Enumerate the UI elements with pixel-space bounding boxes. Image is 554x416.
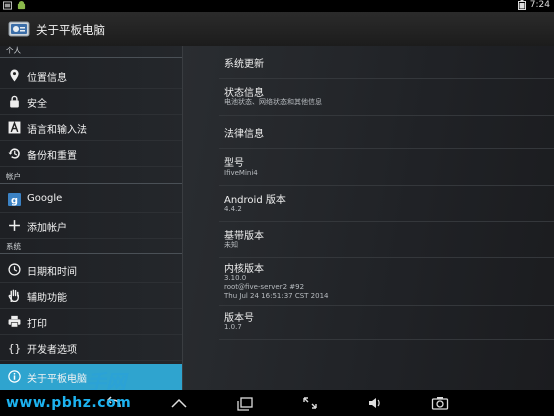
list-item-title: 系统更新: [224, 59, 264, 70]
sidebar-item-developer-options[interactable]: {} 开发者选项: [0, 335, 182, 361]
watermark-url: www.pbhz.com: [6, 395, 132, 411]
screenshot-notification-icon: [3, 1, 12, 10]
plus-icon: [9, 220, 20, 231]
page-title: 关于平板电脑: [36, 23, 105, 37]
keyboard-a-icon: [8, 121, 21, 134]
sidebar-item-label: 关于平板电脑: [27, 374, 87, 385]
sidebar-item-label: 打印: [27, 319, 47, 330]
settings-category-list: 个人 位置信息 安全 语言和输入法 备份和重置 帐户 g Google 添加帐户…: [0, 46, 183, 390]
home-icon[interactable]: [170, 395, 188, 411]
sidebar-item-label: 安全: [27, 99, 47, 110]
list-item-summary: 1.0.7: [224, 323, 242, 331]
list-item-title: 法律信息: [224, 129, 264, 140]
list-item-summary: 未知: [224, 241, 238, 249]
list-item-legal[interactable]: 法律信息: [219, 116, 554, 149]
sidebar-item-google[interactable]: g Google: [0, 187, 182, 213]
volume-icon[interactable]: [366, 395, 384, 411]
sidebar-item-location[interactable]: 位置信息: [0, 63, 182, 89]
section-header-accounts: 帐户: [0, 172, 182, 184]
hand-icon: [8, 289, 19, 302]
list-item-title: 型号: [224, 158, 244, 169]
list-item-title: 版本号: [224, 313, 254, 324]
list-item-summary: 电池状态、网络状态和其他信息: [224, 98, 322, 106]
info-icon: [8, 370, 21, 383]
list-item-kernel-version: 内核版本 3.10.0 root@five-server2 #92 Thu Ju…: [219, 258, 554, 306]
sidebar-item-add-account[interactable]: 添加帐户: [0, 213, 182, 239]
sidebar-item-label: 位置信息: [27, 73, 67, 84]
list-item-android-version[interactable]: Android 版本 4.4.2: [219, 186, 554, 222]
status-bar: 7:24: [0, 0, 554, 12]
section-header-system: 系统: [0, 242, 182, 254]
list-item-model: 型号 IfiveMini4: [219, 149, 554, 186]
list-item-summary: Thu Jul 24 16:51:37 CST 2014: [224, 292, 329, 300]
location-pin-icon: [10, 69, 19, 82]
list-item-build-number[interactable]: 版本号 1.0.7: [219, 306, 554, 340]
lock-icon: [10, 95, 19, 108]
clock-icon: [8, 263, 21, 276]
sidebar-item-accessibility[interactable]: 辅助功能: [0, 283, 182, 309]
about-tablet-detail-list: 系统更新 状态信息 电池状态、网络状态和其他信息 法律信息 型号 IfiveMi…: [183, 46, 554, 390]
list-item-title: 基带版本: [224, 231, 264, 242]
sidebar-item-backup-reset[interactable]: 备份和重置: [0, 141, 182, 167]
backup-restore-icon: [8, 148, 20, 159]
svg-text:{}: {}: [8, 342, 21, 354]
sidebar-item-label: 日期和时间: [27, 267, 77, 278]
list-item-baseband-version: 基带版本 未知: [219, 222, 554, 258]
sidebar-item-print[interactable]: 打印: [0, 309, 182, 335]
list-item-summary: 4.4.2: [224, 205, 242, 213]
printer-icon: [8, 315, 21, 328]
fullscreen-icon[interactable]: [301, 395, 319, 411]
clock-time: 7:24: [529, 0, 550, 10]
braces-icon: {}: [8, 342, 21, 354]
sidebar-item-security[interactable]: 安全: [0, 89, 182, 115]
recent-apps-icon[interactable]: [236, 395, 254, 411]
list-item-summary: IfiveMini4: [224, 169, 258, 177]
sidebar-item-language-input[interactable]: 语言和输入法: [0, 115, 182, 141]
sidebar-item-date-time[interactable]: 日期和时间: [0, 257, 182, 283]
android-notification-icon: [17, 1, 26, 10]
list-item-status[interactable]: 状态信息 电池状态、网络状态和其他信息: [219, 79, 554, 116]
camera-icon[interactable]: [431, 395, 449, 411]
list-item-title: Android 版本: [224, 195, 286, 206]
sidebar-item-label: 辅助功能: [27, 293, 67, 304]
list-item-system-update[interactable]: 系统更新: [219, 46, 554, 79]
svg-text:g: g: [11, 195, 18, 206]
battery-icon: [517, 0, 526, 10]
section-header-personal: 个人: [0, 46, 182, 58]
sidebar-item-label: Google: [27, 193, 63, 204]
sidebar-item-label: 备份和重置: [27, 151, 77, 162]
settings-app-icon[interactable]: [8, 20, 30, 38]
list-item-title: 内核版本: [224, 264, 264, 275]
google-g-icon: g: [8, 193, 21, 206]
action-bar: 关于平板电脑: [0, 12, 554, 47]
sidebar-item-label: 开发者选项: [27, 345, 77, 356]
sidebar-item-label: 语言和输入法: [27, 125, 87, 136]
sidebar-item-label: 添加帐户: [27, 223, 67, 234]
list-item-title: 状态信息: [224, 88, 264, 99]
